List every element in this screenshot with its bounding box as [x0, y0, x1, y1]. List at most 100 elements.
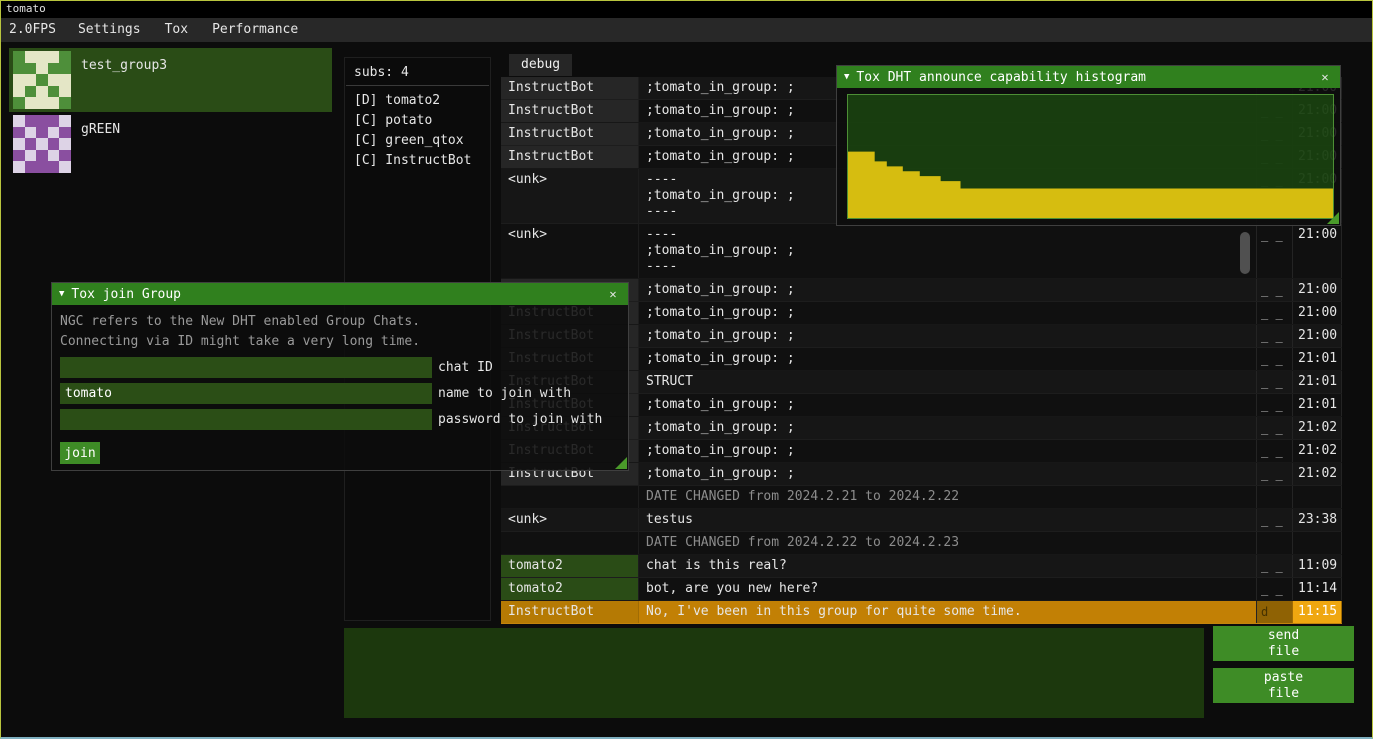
sender-name[interactable]: InstructBot [501, 601, 638, 623]
chat-row: tomato2bot, are you new here?_ _11:14 [501, 578, 1342, 601]
histogram-shape [848, 95, 1333, 218]
join-group-window: ▼ Tox join Group ✕ NGC refers to the New… [51, 282, 629, 471]
join-input-chat-ID[interactable] [60, 357, 432, 378]
message-time: 21:00 [1292, 224, 1342, 278]
menu-item-tox[interactable]: Tox [153, 18, 200, 42]
send-file-button[interactable]: send file [1213, 626, 1354, 661]
message-time: 21:02 [1292, 463, 1342, 485]
message-text: ;tomato_in_group: ; [638, 325, 1256, 347]
join-window-titlebar[interactable]: ▼ Tox join Group ✕ [52, 283, 628, 305]
contact-list: test_group3 gREEN [9, 48, 332, 176]
menu-item-performance[interactable]: Performance [200, 18, 310, 42]
paste-file-button[interactable]: paste file [1213, 668, 1354, 703]
message-flags: _ _ [1256, 224, 1292, 278]
member-list: [D] tomato2[C] potato[C] green_qtox[C] I… [345, 86, 490, 171]
message-flags: _ _ [1256, 555, 1292, 577]
join-field-row: name to join with [60, 383, 620, 404]
chat-row: <unk>---- ;tomato_in_group: ; ----_ _21:… [501, 224, 1342, 279]
date-changed-text: DATE CHANGED from 2024.2.21 to 2024.2.22 [638, 486, 1256, 508]
window-titlebar: tomato [1, 1, 1372, 18]
sender-name[interactable]: <unk> [501, 169, 638, 223]
join-field-row: chat ID [60, 357, 620, 378]
member-item[interactable]: [C] InstructBot [345, 151, 490, 171]
contact-item-gREEN[interactable]: gREEN [9, 112, 332, 176]
chat-row: DATE CHANGED from 2024.2.22 to 2024.2.23 [501, 532, 1342, 555]
sender-name[interactable]: InstructBot [501, 77, 638, 99]
message-time: 23:38 [1292, 509, 1342, 531]
member-item[interactable]: [C] potato [345, 111, 490, 131]
join-info-text: Connecting via ID might take a very long… [52, 332, 628, 352]
sender-name[interactable]: InstructBot [501, 100, 638, 122]
chat-scrollbar[interactable] [1240, 232, 1250, 274]
message-flags: _ _ [1256, 578, 1292, 600]
chat-row: DATE CHANGED from 2024.2.21 to 2024.2.22 [501, 486, 1342, 509]
sender-name[interactable]: InstructBot [501, 146, 638, 168]
message-text: ;tomato_in_group: ; [638, 348, 1256, 370]
sender-name[interactable]: tomato2 [501, 555, 638, 577]
message-text: ;tomato_in_group: ; [638, 394, 1256, 416]
message-input[interactable] [344, 628, 1204, 718]
join-window-body: NGC refers to the New DHT enabled Group … [52, 305, 628, 471]
join-input-password-to-join-with[interactable] [60, 409, 432, 430]
join-collapse-arrow-icon[interactable]: ▼ [59, 289, 64, 299]
join-input-label: name to join with [438, 386, 571, 401]
message-text: ;tomato_in_group: ; [638, 440, 1256, 462]
message-time: 11:14 [1292, 578, 1342, 600]
message-flags: _ _ [1256, 417, 1292, 439]
join-resize-grip[interactable] [615, 457, 627, 469]
message-time: 21:00 [1292, 302, 1342, 324]
message-time: 11:15 [1292, 601, 1342, 623]
sender-name[interactable]: <unk> [501, 509, 638, 531]
message-time: 21:00 [1292, 325, 1342, 347]
contact-name: gREEN [81, 115, 120, 173]
contact-item-test_group3[interactable]: test_group3 [9, 48, 332, 112]
histogram-close-icon[interactable]: ✕ [1317, 70, 1333, 84]
avatar [13, 115, 71, 173]
member-item[interactable]: [D] tomato2 [345, 91, 490, 111]
message-time: 21:02 [1292, 417, 1342, 439]
app-window: tomato 2.0FPS SettingsToxPerformance tes… [0, 0, 1373, 739]
join-fields: chat ID name to join with password to join… [52, 357, 628, 430]
message-flags: _ _ [1256, 394, 1292, 416]
chat-row: <unk>testus_ _23:38 [501, 509, 1342, 532]
message-flags: _ _ [1256, 302, 1292, 324]
join-input-name-to-join-with[interactable] [60, 383, 432, 404]
message-flags: _ _ [1256, 463, 1292, 485]
message-time: 21:01 [1292, 371, 1342, 393]
message-flags: d [1256, 601, 1292, 623]
join-input-label: password to join with [438, 412, 602, 427]
histogram-plot [847, 94, 1334, 219]
histogram-resize-grip[interactable] [1327, 212, 1339, 224]
message-text: ---- ;tomato_in_group: ; ---- [638, 224, 1256, 278]
message-time: 21:02 [1292, 440, 1342, 462]
tab-debug[interactable]: debug [509, 54, 572, 76]
message-flags: _ _ [1256, 279, 1292, 301]
sender-name[interactable]: InstructBot [501, 123, 638, 145]
join-info-text: NGC refers to the New DHT enabled Group … [52, 312, 628, 332]
message-text: ;tomato_in_group: ; [638, 417, 1256, 439]
message-text: ;tomato_in_group: ; [638, 302, 1256, 324]
message-text: No, I've been in this group for quite so… [638, 601, 1256, 623]
avatar [13, 51, 71, 109]
join-window-title: Tox join Group [71, 287, 181, 302]
message-text: ;tomato_in_group: ; [638, 279, 1256, 301]
message-flags: _ _ [1256, 509, 1292, 531]
message-flags: _ _ [1256, 371, 1292, 393]
menu-item-settings[interactable]: Settings [66, 18, 153, 42]
message-flags: _ _ [1256, 440, 1292, 462]
histogram-window-titlebar[interactable]: ▼ Tox DHT announce capability histogram … [837, 66, 1340, 88]
join-field-row: password to join with [60, 409, 620, 430]
contact-name: test_group3 [81, 51, 167, 109]
message-text: STRUCT [638, 371, 1256, 393]
chat-row: tomato2chat is this real?_ _11:09 [501, 555, 1342, 578]
join-close-icon[interactable]: ✕ [605, 287, 621, 301]
menubar-items: SettingsToxPerformance [66, 18, 310, 42]
dht-histogram-window: ▼ Tox DHT announce capability histogram … [836, 65, 1341, 226]
join-button[interactable]: join [60, 442, 100, 464]
member-item[interactable]: [C] green_qtox [345, 131, 490, 151]
message-text: bot, are you new here? [638, 578, 1256, 600]
subs-count: subs: 4 [345, 58, 490, 85]
sender-name[interactable]: tomato2 [501, 578, 638, 600]
sender-name[interactable]: <unk> [501, 224, 638, 278]
histogram-collapse-arrow-icon[interactable]: ▼ [844, 72, 849, 82]
